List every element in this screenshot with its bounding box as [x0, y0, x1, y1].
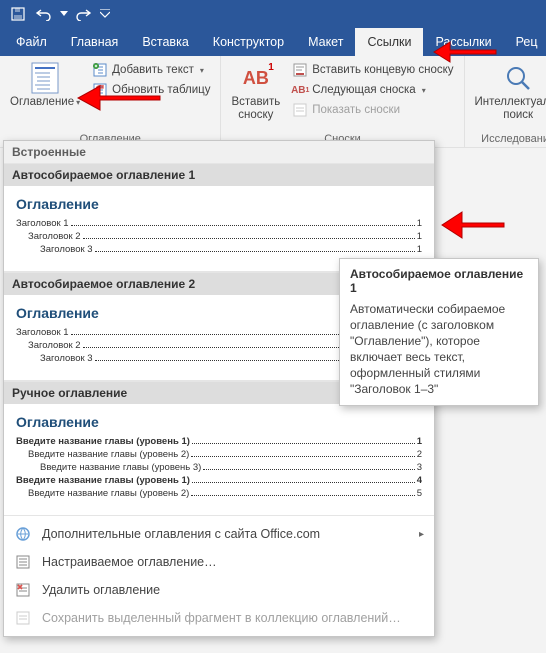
tab-design[interactable]: Конструктор	[201, 28, 296, 56]
insert-footnote-label: Вставитьсноску	[231, 96, 280, 122]
manual-toc-preview[interactable]: Оглавление Введите название главы (урове…	[4, 404, 434, 516]
toc-entry: Заголовок 21	[16, 231, 422, 242]
redo-button[interactable]	[72, 3, 96, 25]
group-research: Интеллектуальнпоиск Исследование	[465, 56, 546, 147]
menu-save-selection: Сохранить выделенный фрагмент в коллекци…	[4, 604, 434, 632]
undo-dropdown[interactable]	[58, 3, 70, 25]
custom-toc-icon	[14, 553, 32, 571]
annotation-arrow-3	[438, 200, 508, 250]
menu-save-selection-label: Сохранить выделенный фрагмент в коллекци…	[42, 611, 401, 625]
next-footnote-button[interactable]: AB1 Следующая сноска▾	[288, 80, 457, 100]
add-text-icon	[92, 62, 108, 78]
gallery-menu: Дополнительные оглавления с сайта Office…	[4, 516, 434, 636]
toc-button[interactable]: Оглавление▾	[4, 58, 86, 133]
toc-entry: Введите название главы (уровень 1)1	[16, 436, 422, 447]
insert-endnote-label: Вставить концевую сноску	[312, 64, 453, 76]
save-button[interactable]	[6, 3, 30, 25]
group-research-label: Исследование	[469, 133, 546, 147]
toc-entry: Заголовок 31	[16, 244, 422, 255]
tab-layout[interactable]: Макет	[296, 28, 355, 56]
insert-footnote-button[interactable]: AB1 Вставитьсноску	[225, 58, 286, 133]
update-table-icon	[92, 82, 108, 98]
menu-more-office[interactable]: Дополнительные оглавления с сайта Office…	[4, 520, 434, 548]
tab-file[interactable]: Файл	[4, 28, 59, 56]
toc-entry: Введите название главы (уровень 2)5	[16, 488, 422, 499]
next-footnote-icon: AB1	[292, 82, 308, 98]
toc-entry: Введите название главы (уровень 2)2	[16, 449, 422, 460]
toc-entry: Введите название главы (уровень 1)4	[16, 475, 422, 486]
menu-custom-toc[interactable]: Настраиваемое оглавление…	[4, 548, 434, 576]
tab-insert[interactable]: Вставка	[130, 28, 200, 56]
tab-references[interactable]: Ссылки	[355, 28, 423, 56]
show-notes-label: Показать сноски	[312, 104, 400, 116]
qat-customize[interactable]	[98, 3, 112, 25]
ribbon: Оглавление▾ Добавить текст▾ Обновить таб…	[0, 56, 546, 148]
add-text-button[interactable]: Добавить текст▾	[88, 60, 214, 80]
preview-heading: Оглавление	[16, 414, 422, 430]
update-table-label: Обновить таблицу	[112, 84, 210, 96]
show-notes-icon	[292, 102, 308, 118]
smart-lookup-label: Интеллектуальнпоиск	[475, 96, 546, 122]
chevron-right-icon: ▸	[419, 529, 424, 540]
save-selection-icon	[14, 609, 32, 627]
tab-review[interactable]: Рец	[504, 28, 546, 56]
tooltip-auto-toc-1: Автособираемое оглавление 1 Автоматическ…	[339, 258, 539, 406]
auto-toc-1-title: Автособираемое оглавление 1	[4, 163, 434, 186]
remove-toc-icon	[14, 581, 32, 599]
insert-endnote-button[interactable]: Вставить концевую сноску	[288, 60, 457, 80]
tab-home[interactable]: Главная	[59, 28, 131, 56]
next-footnote-label: Следующая сноска	[312, 84, 415, 96]
show-notes-button: Показать сноски	[288, 100, 457, 120]
endnote-icon	[292, 62, 308, 78]
smart-lookup-icon	[502, 62, 534, 94]
gallery-builtin-header: Встроенные	[4, 141, 434, 163]
toc-button-label: Оглавление▾	[10, 96, 80, 109]
menu-remove-toc-label: Удалить оглавление	[42, 583, 160, 597]
footnote-icon: AB1	[240, 62, 272, 94]
tooltip-body: Автоматически собираемое оглавление (с з…	[350, 301, 528, 397]
tab-mailings[interactable]: Рассылки	[423, 28, 503, 56]
add-text-label: Добавить текст	[112, 64, 194, 76]
smart-lookup-button[interactable]: Интеллектуальнпоиск	[469, 58, 546, 133]
toc-entry: Заголовок 11	[16, 218, 422, 229]
tooltip-title: Автособираемое оглавление 1	[350, 267, 528, 295]
preview-heading: Оглавление	[16, 196, 422, 212]
group-footnotes: AB1 Вставитьсноску Вставить концевую сно…	[221, 56, 464, 147]
update-table-button[interactable]: Обновить таблицу	[88, 80, 214, 100]
ribbon-tabs: Файл Главная Вставка Конструктор Макет С…	[0, 28, 546, 56]
menu-custom-toc-label: Настраиваемое оглавление…	[42, 555, 217, 569]
menu-remove-toc[interactable]: Удалить оглавление	[4, 576, 434, 604]
office-icon	[14, 525, 32, 543]
quick-access-toolbar	[0, 0, 546, 28]
toc-entry: Введите название главы (уровень 3)3	[16, 462, 422, 473]
menu-more-office-label: Дополнительные оглавления с сайта Office…	[42, 527, 320, 541]
toc-icon	[29, 62, 61, 94]
group-toc: Оглавление▾ Добавить текст▾ Обновить таб…	[0, 56, 221, 147]
undo-button[interactable]	[32, 3, 56, 25]
